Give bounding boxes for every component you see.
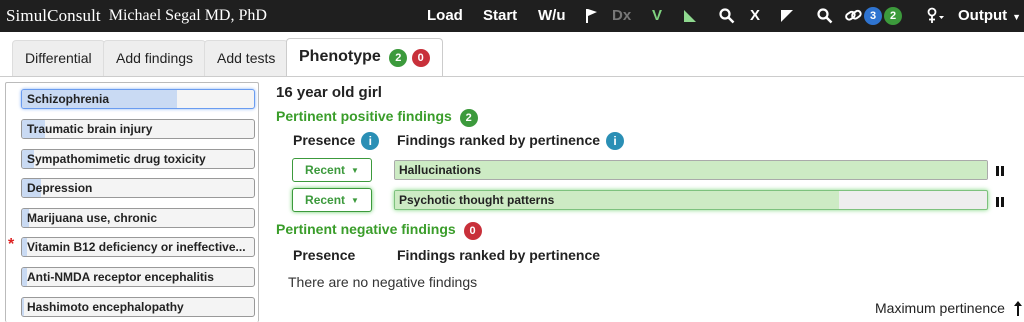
- differential-item-label: Marijuana use, chronic: [27, 211, 158, 225]
- workup-button[interactable]: W/u: [538, 0, 566, 32]
- search-icon-2[interactable]: [817, 8, 833, 24]
- output-label: Output: [958, 7, 1008, 24]
- positive-findings-title: Pertinent positive findings: [276, 108, 452, 124]
- probability-bar: [22, 238, 27, 256]
- patient-summary: 16 year old girl: [276, 84, 382, 101]
- findings-header-label: Findings ranked by pertinence: [397, 132, 601, 148]
- finding-label: Hallucinations: [399, 163, 482, 177]
- presence-header: Presence i: [293, 132, 380, 151]
- presence-dropdown[interactable]: Recent ▼: [292, 158, 372, 182]
- phenotype-negative-badge: 0: [411, 49, 430, 67]
- findings-header-negative: Findings ranked by pertinence: [397, 247, 601, 263]
- tab-differential[interactable]: Differential: [12, 40, 105, 76]
- dx-button[interactable]: Dx: [612, 0, 631, 32]
- info-icon[interactable]: i: [606, 132, 625, 151]
- maximum-pertinence-label: Maximum pertinence: [875, 300, 1005, 316]
- differential-list: Schizophrenia Traumatic brain injury Sym…: [5, 82, 259, 322]
- v-button[interactable]: V: [652, 0, 662, 32]
- presence-dropdown[interactable]: Recent ▼: [292, 188, 372, 212]
- differential-item[interactable]: Vitamin B12 deficiency or ineffective...: [21, 237, 255, 257]
- triangle-white-icon[interactable]: [780, 8, 794, 24]
- phenotype-panel: 16 year old girl Pertinent positive find…: [276, 84, 1024, 319]
- differential-item-label: Vitamin B12 deficiency or ineffective...: [27, 240, 246, 254]
- differential-item[interactable]: Marijuana use, chronic: [21, 208, 255, 228]
- link-icon[interactable]: [845, 8, 863, 24]
- tab-bar: Differential Add findings Add tests Phen…: [0, 32, 1024, 77]
- caret-down-icon: ▼: [351, 195, 359, 205]
- link-blue-badge: 3: [864, 7, 882, 25]
- tab-phenotype-label: Phenotype: [299, 48, 381, 65]
- negative-count-badge: 0: [463, 222, 482, 240]
- findings-header: Findings ranked by pertinence i: [397, 132, 625, 151]
- presence-header-label: Presence: [293, 132, 356, 148]
- presence-value: Recent: [305, 163, 346, 177]
- phenotype-positive-badge: 2: [389, 49, 408, 67]
- start-button[interactable]: Start: [483, 0, 517, 32]
- tab-add-findings[interactable]: Add findings: [103, 40, 207, 76]
- probability-bar: [22, 298, 25, 316]
- tab-add-tests[interactable]: Add tests: [204, 40, 289, 76]
- pertinence-fill: [395, 161, 987, 179]
- pause-icon[interactable]: [996, 197, 1006, 207]
- differential-item-label: Hashimoto encephalopathy: [27, 300, 184, 314]
- finding-label: Psychotic thought patterns: [399, 193, 555, 207]
- link-green-badge: 2: [884, 7, 902, 25]
- caret-down-icon: ▼: [351, 165, 359, 175]
- positive-count-badge: 2: [459, 109, 478, 127]
- negative-findings-heading: Pertinent negative findings 0: [276, 221, 482, 240]
- differential-item-label: Anti-NMDA receptor encephalitis: [27, 270, 214, 284]
- no-negative-findings-text: There are no negative findings: [288, 274, 478, 290]
- flag-asterisk: *: [8, 236, 15, 253]
- presence-header-negative: Presence: [293, 247, 356, 263]
- pause-icon[interactable]: [996, 166, 1006, 176]
- output-menu[interactable]: Output ▼: [958, 0, 1021, 32]
- maximum-pertinence-legend: Maximum pertinence: [875, 300, 1023, 317]
- differential-item[interactable]: Anti-NMDA receptor encephalitis: [21, 267, 255, 287]
- tab-divider: [0, 76, 1024, 77]
- gender-menu-icon[interactable]: [925, 7, 945, 25]
- triangle-green-icon[interactable]: [683, 8, 697, 24]
- differential-item[interactable]: Sympathomimetic drug toxicity: [21, 149, 255, 169]
- positive-findings-heading: Pertinent positive findings 2: [276, 108, 478, 127]
- arrow-up-icon: [1013, 301, 1022, 317]
- differential-item-label: Traumatic brain injury: [27, 122, 153, 136]
- differential-item-label: Schizophrenia: [27, 92, 110, 106]
- search-icon[interactable]: [719, 8, 735, 24]
- info-icon[interactable]: i: [361, 132, 380, 151]
- differential-item-label: Sympathomimetic drug toxicity: [27, 152, 206, 166]
- tab-phenotype[interactable]: Phenotype 2 0: [286, 38, 443, 77]
- presence-value: Recent: [305, 193, 346, 207]
- differential-item[interactable]: Hashimoto encephalopathy: [21, 297, 255, 317]
- load-button[interactable]: Load: [427, 0, 463, 32]
- finding-bar[interactable]: Psychotic thought patterns: [394, 190, 988, 210]
- chevron-down-icon: ▼: [1012, 12, 1022, 22]
- x-button[interactable]: X: [750, 0, 760, 32]
- flag-icon[interactable]: [584, 8, 598, 24]
- negative-findings-title: Pertinent negative findings: [276, 221, 456, 237]
- probability-bar: [22, 268, 27, 286]
- differential-item-label: Depression: [27, 181, 93, 195]
- toolbar: Load Start W/u Dx V X 3 2 Output ▼: [0, 0, 1024, 32]
- differential-item[interactable]: Schizophrenia: [21, 89, 255, 109]
- differential-item[interactable]: Depression: [21, 178, 255, 198]
- differential-item[interactable]: Traumatic brain injury: [21, 119, 255, 139]
- finding-bar[interactable]: Hallucinations: [394, 160, 988, 180]
